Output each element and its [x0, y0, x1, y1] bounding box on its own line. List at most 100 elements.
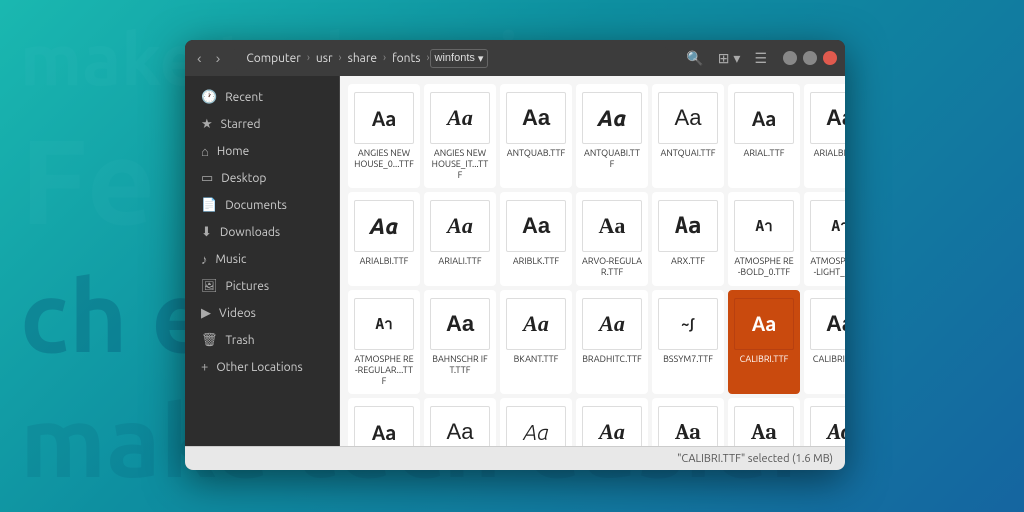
- menu-button[interactable]: ☰: [750, 48, 771, 69]
- sidebar: 🕐 Recent ★ Starred ⌂ Home ▭ Desktop 📄 Do…: [185, 76, 340, 446]
- font-preview-text: Aa: [598, 106, 627, 131]
- file-item[interactable]: AaANTQUABI.TTF: [576, 84, 648, 188]
- file-item[interactable]: AaARIAL.TTF: [728, 84, 800, 188]
- pictures-icon: 🖼: [201, 279, 218, 294]
- font-preview-text: Aa: [447, 213, 473, 239]
- sidebar-item-starred[interactable]: ★ Starred: [189, 111, 335, 138]
- breadcrumb-fonts[interactable]: fonts: [386, 50, 426, 67]
- file-item[interactable]: AaCAMBRIA.TTC: [652, 398, 724, 446]
- downloads-icon: ⬇: [201, 225, 212, 240]
- file-item[interactable]: AaARIALBI.TTF: [348, 192, 420, 286]
- file-grid: Aa ANGIES NEW HOUSE_0...TTF AaANGIES NEW H…: [348, 84, 837, 446]
- file-item[interactable]: Aa ANGIES NEW HOUSE_0...TTF: [348, 84, 420, 188]
- file-item[interactable]: AaARIALBD.TTF: [804, 84, 845, 188]
- back-button[interactable]: ‹: [193, 48, 206, 68]
- file-item[interactable]: AaARIBLK.TTF: [500, 192, 572, 286]
- maximize-button[interactable]: [803, 51, 817, 65]
- sidebar-item-recent[interactable]: 🕐 Recent: [189, 84, 335, 111]
- other-locations-icon: +: [201, 360, 208, 374]
- file-item[interactable]: AaARX.TTF: [652, 192, 724, 286]
- sidebar-item-music[interactable]: ♪ Music: [189, 246, 335, 273]
- font-preview-text: Aa: [675, 105, 702, 131]
- sidebar-item-trash[interactable]: 🗑 Trash: [189, 327, 335, 354]
- file-item[interactable]: Aa BRADHITC.TTF: [576, 290, 648, 394]
- sidebar-label-downloads: Downloads: [220, 226, 280, 239]
- file-label: CALIBRIB.TTF: [813, 354, 845, 365]
- view-toggle-button[interactable]: ⊞ ▾: [714, 48, 745, 69]
- font-preview-text: Aา: [755, 214, 772, 238]
- file-item[interactable]: Aa CALIBRIB.TTF: [804, 290, 845, 394]
- file-item[interactable]: AาATMOSPHE RE-REGULAR...TTF: [348, 290, 420, 394]
- file-item[interactable]: AาATMOSPHE RE-BOLD_0.TTF: [728, 192, 800, 286]
- close-button[interactable]: [823, 51, 837, 65]
- file-label: ARIALI.TTF: [438, 256, 481, 267]
- breadcrumb: Computer › usr › share › fonts › winfont…: [234, 47, 668, 70]
- minimize-button[interactable]: [783, 51, 797, 65]
- font-preview-text: Aa: [675, 419, 701, 445]
- sidebar-item-home[interactable]: ⌂ Home: [189, 138, 335, 165]
- file-item[interactable]: AaBKANT.TTF: [500, 290, 572, 394]
- file-item[interactable]: ~∫BSSYM7.TTF: [652, 290, 724, 394]
- file-item[interactable]: Aา ATMOSPHE RE-LIGHT_0.TTF: [804, 192, 845, 286]
- forward-button[interactable]: ›: [212, 48, 225, 68]
- font-preview-text: Aa: [826, 311, 845, 337]
- file-item[interactable]: AaCALIBRI.TTF: [728, 290, 800, 394]
- sidebar-label-desktop: Desktop: [221, 172, 266, 185]
- sidebar-item-other-locations[interactable]: + Other Locations: [189, 354, 335, 380]
- search-button[interactable]: 🔍: [682, 48, 707, 69]
- file-label: BRADHITC.TTF: [582, 354, 642, 365]
- file-label: ARIALBD.TTF: [814, 148, 845, 159]
- music-icon: ♪: [201, 252, 208, 267]
- font-preview-text: Aา: [831, 214, 845, 238]
- font-preview-text: Aa: [372, 105, 396, 132]
- font-preview-text: Aa: [827, 419, 845, 445]
- sidebar-label-home: Home: [217, 145, 249, 158]
- file-item[interactable]: Aa ARIALI.TTF: [424, 192, 496, 286]
- breadcrumb-share[interactable]: share: [342, 50, 383, 67]
- file-label: ATMOSPHE RE-LIGHT_0.TTF: [810, 256, 845, 278]
- titlebar: ‹ › Computer › usr › share › fonts › win…: [185, 40, 845, 76]
- font-preview-text: Aa: [447, 419, 474, 445]
- file-label: BAHNSCHR IFT.TTF: [430, 354, 490, 376]
- sidebar-label-trash: Trash: [226, 334, 255, 347]
- file-label: ANGIES NEW HOUSE_0...TTF: [354, 148, 414, 170]
- file-item[interactable]: AaBAHNSCHR IFT.TTF: [424, 290, 496, 394]
- sidebar-label-documents: Documents: [225, 199, 287, 212]
- sidebar-item-videos[interactable]: ▶ Videos: [189, 300, 335, 327]
- sidebar-item-documents[interactable]: 📄 Documents: [189, 192, 335, 219]
- font-preview-text: Aา: [375, 312, 392, 336]
- file-item[interactable]: AaCAMBRIAI.TTF: [804, 398, 845, 446]
- home-icon: ⌂: [201, 144, 209, 159]
- font-preview-text: Aa: [370, 214, 399, 239]
- file-item[interactable]: AaCALIBRII.TTF: [348, 398, 420, 446]
- file-label: BKANT.TTF: [514, 354, 559, 365]
- file-label: ANTQUAI.TTF: [660, 148, 715, 159]
- breadcrumb-winfonts[interactable]: winfonts ▾: [430, 49, 489, 68]
- sidebar-item-pictures[interactable]: 🖼 Pictures: [189, 273, 335, 300]
- file-item[interactable]: AaANTQUAB.TTF: [500, 84, 572, 188]
- sidebar-label-recent: Recent: [225, 91, 263, 104]
- sidebar-label-other: Other Locations: [216, 361, 302, 374]
- sidebar-label-pictures: Pictures: [226, 280, 270, 293]
- file-item[interactable]: Aa ARVO-REGULAR.TTF: [576, 192, 648, 286]
- font-preview-text: Aa: [599, 213, 626, 239]
- sidebar-item-downloads[interactable]: ⬇ Downloads: [189, 219, 335, 246]
- titlebar-actions: 🔍 ⊞ ▾ ☰: [682, 48, 837, 69]
- font-preview-text: Aa: [752, 105, 776, 132]
- font-preview-text: Aa: [522, 105, 550, 131]
- documents-icon: 📄: [201, 198, 217, 213]
- file-item[interactable]: AaANGIES NEW HOUSE_IT...TTF: [424, 84, 496, 188]
- font-preview-text: Aa: [599, 419, 625, 445]
- file-grid-container[interactable]: Aa ANGIES NEW HOUSE_0...TTF AaANGIES NEW H…: [340, 76, 845, 446]
- font-preview-text: Aa: [599, 311, 625, 337]
- file-item[interactable]: AaCAMBRIAB.TTF: [728, 398, 800, 446]
- breadcrumb-usr[interactable]: usr: [310, 50, 339, 67]
- file-item[interactable]: AaCALIBRIZ.TTF: [576, 398, 648, 446]
- file-item[interactable]: Aa ANTQUAI.TTF: [652, 84, 724, 188]
- file-label: ARVO-REGULAR.TTF: [582, 256, 642, 278]
- file-item[interactable]: AaCALIBRILI.TTF: [500, 398, 572, 446]
- sidebar-item-desktop[interactable]: ▭ Desktop: [189, 165, 335, 192]
- file-label: CALIBRI.TTF: [740, 354, 789, 365]
- file-item[interactable]: AaCALIBRIL.TTF: [424, 398, 496, 446]
- breadcrumb-computer[interactable]: Computer: [240, 50, 306, 67]
